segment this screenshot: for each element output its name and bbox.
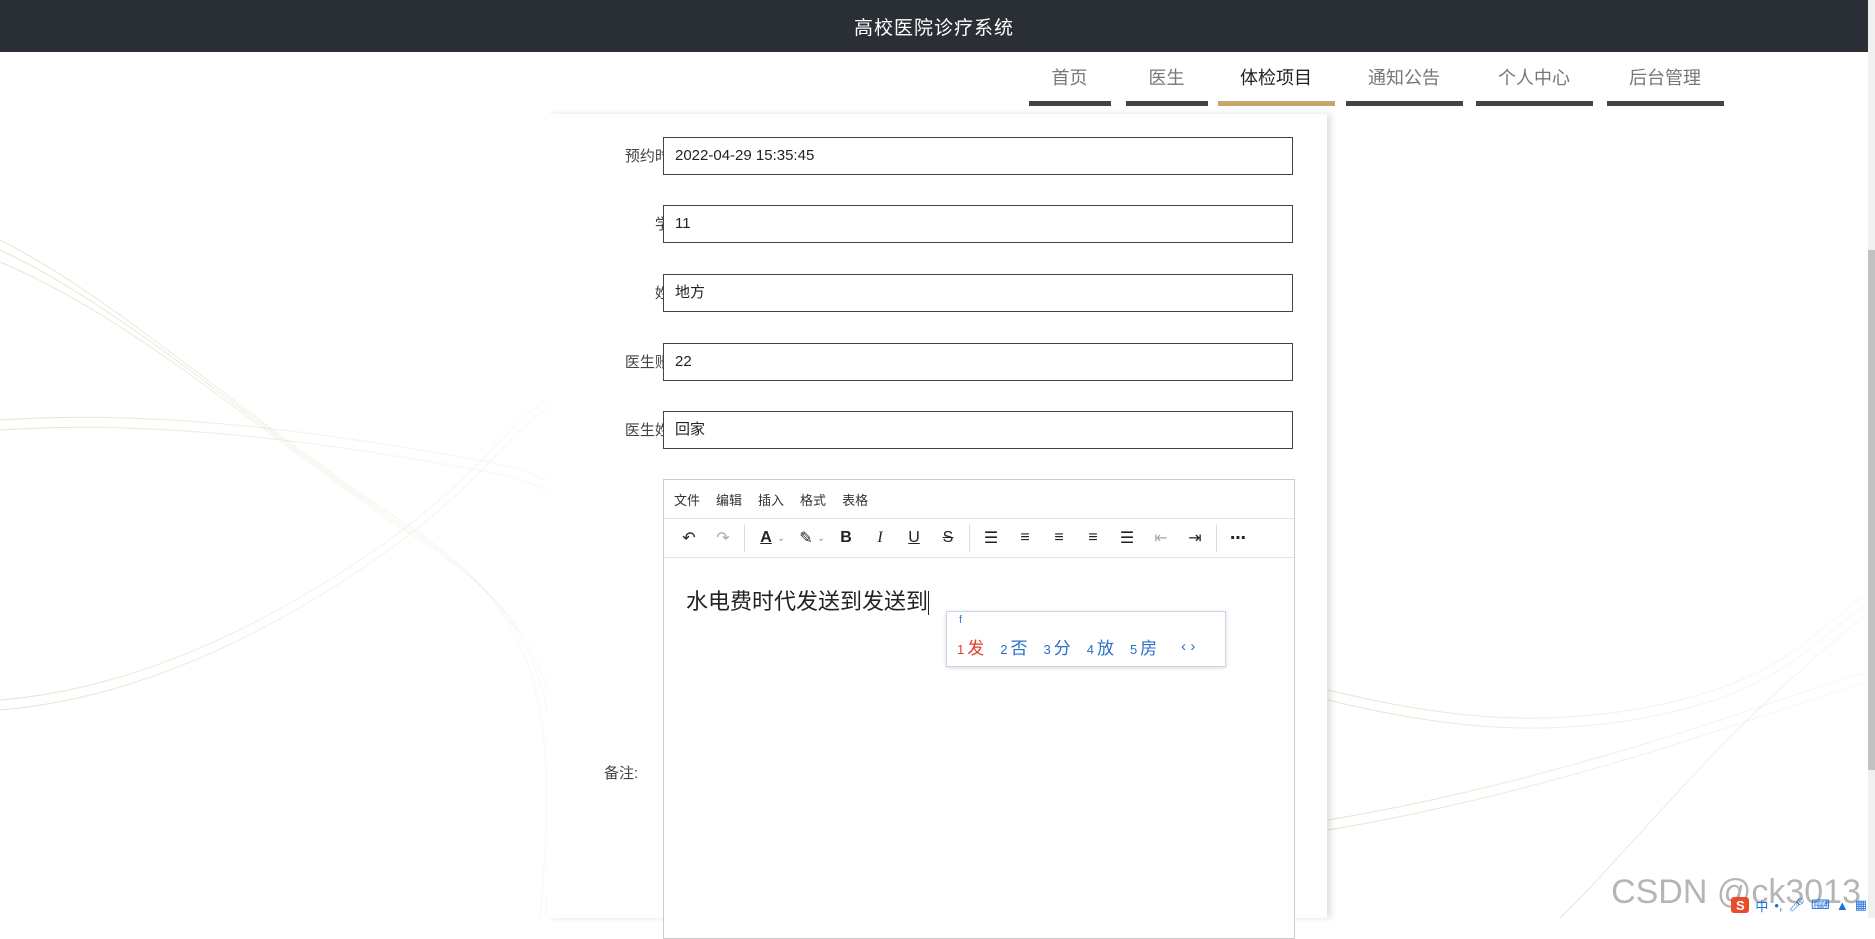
- ime-candidate[interactable]: 3分: [1043, 634, 1070, 659]
- outdent-icon[interactable]: ⇤: [1144, 523, 1178, 553]
- sogou-logo-icon[interactable]: S: [1731, 897, 1750, 913]
- page-scrollbar[interactable]: [1868, 0, 1875, 918]
- doctor-name-row: 医生姓名: 回家: [547, 411, 1327, 451]
- menu-table[interactable]: 表格: [842, 490, 868, 509]
- toolbar-divider: [969, 524, 970, 552]
- appointment-time-row: 预约时间: 2022-04-29 15:35:45: [547, 137, 1327, 177]
- ime-status-tray: S 中 •, 🎤︎ ⌨ ▲ ▦: [1731, 896, 1867, 914]
- text-cursor: [928, 591, 930, 616]
- menu-edit[interactable]: 编辑: [716, 490, 742, 509]
- student-id-input[interactable]: 11: [663, 205, 1293, 243]
- indent-icon[interactable]: ⇥: [1178, 523, 1212, 553]
- top-header-bar: 高校医院诊疗系统: [0, 0, 1868, 52]
- undo-icon[interactable]: ↶: [672, 523, 706, 553]
- doctor-account-row: 医生账号: 22: [547, 343, 1327, 383]
- name-input[interactable]: 地方: [663, 274, 1293, 312]
- nav-notices[interactable]: 通知公告: [1345, 52, 1463, 106]
- student-id-row: 学号: 11: [547, 205, 1327, 245]
- editor-toolbar: ↶ ↷ A ⌄ ✎ ⌄ B I U S ☰ ≡ ≡ ≡ ☰ ⇤ ⇥ ⋯: [664, 519, 1294, 558]
- menu-format[interactable]: 格式: [800, 490, 826, 509]
- doctor-name-input[interactable]: 回家: [663, 411, 1293, 449]
- line-height-icon[interactable]: ☰: [974, 523, 1008, 553]
- editor-menubar: 文件 编辑 插入 格式 表格: [664, 480, 1294, 519]
- toolbar-divider: [1216, 524, 1217, 552]
- doctor-account-input[interactable]: 22: [663, 343, 1293, 381]
- microphone-icon[interactable]: 🎤︎: [1789, 897, 1806, 913]
- chevron-down-icon[interactable]: ⌄: [777, 533, 789, 544]
- ime-candidate[interactable]: 4放: [1087, 634, 1114, 659]
- ime-candidate-list: 1发 2否 3分 4放 5房 ‹ ›: [957, 634, 1195, 659]
- bold-icon[interactable]: B: [829, 523, 863, 553]
- appointment-time-input[interactable]: 2022-04-29 15:35:45: [663, 137, 1293, 175]
- underline-icon[interactable]: U: [897, 523, 931, 553]
- chevron-down-icon[interactable]: ⌄: [817, 533, 829, 544]
- align-justify-icon[interactable]: ☰: [1110, 523, 1144, 553]
- scrollbar-thumb[interactable]: [1868, 250, 1875, 770]
- remark-label: 备注:: [604, 765, 639, 782]
- keyboard-icon[interactable]: ⌨: [1811, 897, 1830, 913]
- name-row: 姓名: 地方: [547, 274, 1327, 314]
- form-panel: 预约时间: 2022-04-29 15:35:45 学号: 11 姓名: 地方 …: [547, 114, 1327, 939]
- toolbar-divider: [744, 524, 745, 552]
- skin-icon[interactable]: ▲: [1836, 898, 1849, 913]
- main-nav: 首页 医生 体检项目 通知公告 个人中心 后台管理: [0, 52, 1868, 108]
- ime-composition: f: [959, 614, 963, 626]
- toolbox-icon[interactable]: ▦: [1855, 897, 1867, 913]
- nav-personal-center[interactable]: 个人中心: [1475, 52, 1593, 106]
- menu-file[interactable]: 文件: [674, 490, 700, 509]
- ime-candidate[interactable]: 1发: [957, 634, 984, 659]
- punctuation-icon[interactable]: •,: [1774, 898, 1782, 913]
- ime-lang-indicator[interactable]: 中: [1755, 896, 1768, 915]
- redo-icon[interactable]: ↷: [706, 523, 740, 553]
- nav-doctor[interactable]: 医生: [1125, 52, 1208, 106]
- align-center-icon[interactable]: ≡: [1042, 523, 1076, 553]
- ime-candidate[interactable]: 5房: [1130, 634, 1157, 659]
- nav-home[interactable]: 首页: [1028, 52, 1111, 106]
- ime-candidate[interactable]: 2否: [1000, 634, 1027, 659]
- align-left-icon[interactable]: ≡: [1008, 523, 1042, 553]
- strikethrough-icon[interactable]: S: [931, 523, 965, 553]
- rich-text-editor: 文件 编辑 插入 格式 表格 ↶ ↷ A ⌄ ✎ ⌄ B I U S ☰ ≡ ≡…: [663, 479, 1295, 939]
- nav-checkup-items[interactable]: 体检项目: [1217, 52, 1335, 106]
- more-icon[interactable]: ⋯: [1221, 523, 1255, 553]
- menu-insert[interactable]: 插入: [758, 490, 784, 509]
- ime-candidate-popup: f 1发 2否 3分 4放 5房 ‹ ›: [946, 611, 1226, 667]
- ime-page-arrows-icon[interactable]: ‹ ›: [1181, 638, 1195, 655]
- align-right-icon[interactable]: ≡: [1076, 523, 1110, 553]
- app-title: 高校医院诊疗系统: [853, 17, 1014, 39]
- italic-icon[interactable]: I: [863, 523, 897, 553]
- editor-text: 水电费时代发送到发送到: [686, 589, 929, 614]
- nav-admin[interactable]: 后台管理: [1606, 52, 1724, 106]
